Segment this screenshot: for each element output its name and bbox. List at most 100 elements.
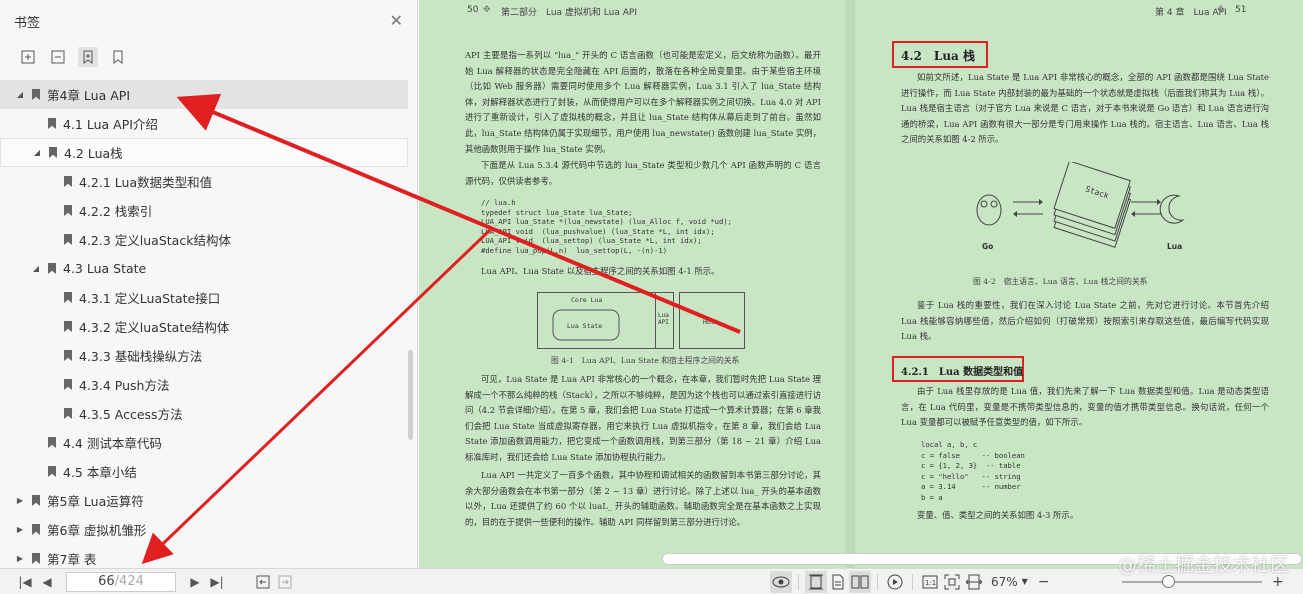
section-heading: 4.2.1 Lua 数据类型和值 <box>901 367 1024 378</box>
bookmark-4-2-1[interactable]: 4.2.1 Lua数据类型和值 <box>0 167 408 196</box>
paragraph: Lua API、Lua State 以及宿主程序之间的关系如图 4-1 所示。 <box>481 266 720 276</box>
fit-width-icon[interactable] <box>963 571 985 593</box>
zoom-slider-track[interactable] <box>1122 581 1262 583</box>
page-gutter <box>845 0 855 568</box>
continuous-page-icon[interactable] <box>827 571 849 593</box>
bookmark-4-3-1[interactable]: 4.3.1 定义LuaState接口 <box>0 283 408 312</box>
zoom-slider-knob[interactable] <box>1162 575 1175 588</box>
bookmark-label: 4.3 Lua State <box>63 261 147 276</box>
bookmark-label: 4.2 Lua栈 <box>64 146 123 161</box>
zoom-level[interactable]: 67% <box>991 575 1018 589</box>
bookmark-4-2-2[interactable]: 4.2.2 栈索引 <box>0 196 408 225</box>
bookmark-4-5[interactable]: 4.5 本章小结 <box>0 457 408 486</box>
bookmark-icon <box>64 205 72 216</box>
collapse-caret-icon[interactable]: ▶ <box>14 525 26 534</box>
bookmark-4-3-3[interactable]: 4.3.3 基础栈操纵方法 <box>0 341 408 370</box>
page-51: 第 4 章 Lua API ✥ 51 4.2 Lua 栈 如前文所述，Lua S… <box>855 0 1303 568</box>
bookmark-4-1[interactable]: 4.1 Lua API介绍 <box>0 109 408 138</box>
paragraph: 鉴于 Lua 栈的重要性，我们在深入讨论 Lua State 之前，先对它进行讨… <box>901 300 1269 342</box>
bookmark-icon[interactable] <box>108 47 128 67</box>
bookmark-label: 第7章 表 <box>47 552 97 567</box>
bookmark-chapter-6[interactable]: ▶ 第6章 虚拟机雏形 <box>0 515 408 544</box>
back-icon[interactable] <box>252 571 274 593</box>
paragraph: 可见，Lua State 是 Lua API 非常核心的一个概念，在本章，我们暂… <box>465 374 821 462</box>
expand-caret-icon[interactable]: ◢ <box>30 264 42 273</box>
zoom-dropdown-icon[interactable]: ▼ <box>1022 577 1028 586</box>
bookmark-label: 4.3.4 Push方法 <box>79 378 170 393</box>
figure-caption: 图 4-1 Lua API、Lua State 和宿主程序之间的关系 <box>551 356 740 365</box>
bookmark-icon <box>32 495 40 506</box>
bookmark-4-3-5[interactable]: 4.3.5 Access方法 <box>0 399 408 428</box>
bookmark-icon <box>64 408 72 419</box>
bookmark-4-3-4[interactable]: 4.3.4 Push方法 <box>0 370 408 399</box>
document-view[interactable]: 50 ✥ 第二部分 Lua 虚拟机和 Lua API API 主要是指一系列以 … <box>419 0 1303 568</box>
bookmark-label: 4.2.2 栈索引 <box>79 204 153 219</box>
add-bookmark-icon[interactable] <box>78 47 98 67</box>
eye-protection-icon[interactable] <box>770 570 792 593</box>
collapse-all-icon[interactable] <box>48 47 68 67</box>
ornament-icon: ✥ <box>1217 5 1225 15</box>
bookmark-toolbar <box>0 42 417 72</box>
bookmark-chapter-4[interactable]: ◢ 第4章 Lua API <box>0 80 408 109</box>
expand-all-icon[interactable] <box>18 47 38 67</box>
bookmark-label: 第4章 Lua API <box>47 88 131 103</box>
forward-icon[interactable] <box>274 571 296 593</box>
horizontal-scrollbar[interactable] <box>662 553 1302 565</box>
svg-text:1:1: 1:1 <box>925 579 936 587</box>
bookmark-label: 4.3.2 定义luaState结构体 <box>79 320 230 335</box>
figure-label: Core Lua <box>571 296 603 304</box>
close-icon[interactable]: ✕ <box>390 11 403 31</box>
play-icon[interactable] <box>884 571 906 593</box>
bookmark-label: 4.5 本章小结 <box>63 465 137 480</box>
bookmark-4-2[interactable]: ◢ 4.2 Lua栈 <box>0 138 408 167</box>
figure-label: Lua <box>1167 242 1183 251</box>
bookmark-label: 4.2.1 Lua数据类型和值 <box>79 175 213 190</box>
single-page-icon[interactable] <box>805 570 827 593</box>
expand-caret-icon[interactable]: ◢ <box>31 148 43 157</box>
expand-caret-icon[interactable]: ◢ <box>14 90 26 99</box>
figure-label: Lua API <box>658 312 669 326</box>
bookmark-icon <box>64 321 72 332</box>
running-head: 第 4 章 Lua API <box>1155 8 1227 18</box>
bookmark-4-4[interactable]: 4.4 测试本章代码 <box>0 428 408 457</box>
ornament-icon: ✥ <box>483 5 491 15</box>
code-block: // lua.h typedef struct lua_State lua_St… <box>481 198 732 255</box>
collapse-caret-icon[interactable]: ▶ <box>14 554 26 563</box>
bookmark-label: 4.3.1 定义LuaState接口 <box>79 291 221 306</box>
last-page-icon[interactable]: ▶| <box>206 571 228 593</box>
fit-page-icon[interactable] <box>941 571 963 593</box>
page-number: 50 <box>467 5 479 15</box>
paragraph: Lua API 一共定义了一百多个函数，其中协程和调试相关的函数留到本书第三部分… <box>465 470 821 527</box>
sidebar-scrollbar[interactable] <box>408 350 413 440</box>
bookmark-label: 4.1 Lua API介绍 <box>63 117 158 132</box>
collapse-caret-icon[interactable]: ▶ <box>14 496 26 505</box>
bookmark-label: 4.3.5 Access方法 <box>79 407 183 422</box>
first-page-icon[interactable]: |◀ <box>14 571 36 593</box>
paragraph: 变量、值、类型之间的关系如图 4-3 所示。 <box>917 510 1079 520</box>
page-number-input[interactable]: 66/424 <box>66 571 176 592</box>
running-head: 第二部分 Lua 虚拟机和 Lua API <box>501 8 637 18</box>
zoom-in-button[interactable]: + <box>1272 574 1284 590</box>
actual-size-icon[interactable]: 1:1 <box>919 571 941 593</box>
bookmark-4-2-3[interactable]: 4.2.3 定义luaStack结构体 <box>0 225 408 254</box>
paragraph: 下面是从 Lua 5.3.4 源代码中节选的 lua_State 类型和少数几个… <box>465 160 821 186</box>
figure-4-2: Stack Go Lua <box>973 160 1193 260</box>
figure-label: Host <box>703 318 719 326</box>
bookmark-label: 第5章 Lua运算符 <box>47 494 144 509</box>
section-heading: 4.2 Lua 栈 <box>901 49 975 63</box>
prev-page-icon[interactable]: ◀ <box>36 571 58 593</box>
next-page-icon[interactable]: ▶ <box>184 571 206 593</box>
bookmark-label: 第6章 虚拟机雏形 <box>47 523 147 538</box>
zoom-out-button[interactable]: − <box>1038 574 1050 590</box>
code-block: local a, b, c c = false -- boolean c = {… <box>921 440 1025 502</box>
bookmark-chapter-5[interactable]: ▶ 第5章 Lua运算符 <box>0 486 408 515</box>
figure-4-1: Core Lua Lua State Lua API Host <box>537 292 749 350</box>
bookmark-panel-title: 书签 <box>14 15 41 31</box>
two-page-icon[interactable] <box>849 570 871 593</box>
bookmark-4-3-2[interactable]: 4.3.2 定义luaState结构体 <box>0 312 408 341</box>
bookmark-icon <box>49 147 57 158</box>
bookmark-label: 4.3.3 基础栈操纵方法 <box>79 349 203 364</box>
bookmark-icon <box>64 292 72 303</box>
bottom-toolbar: |◀ ◀ 66/424 ▶ ▶| 1:1 67% ▼ − + <box>0 568 1303 594</box>
bookmark-4-3[interactable]: ◢ 4.3 Lua State <box>0 254 408 283</box>
